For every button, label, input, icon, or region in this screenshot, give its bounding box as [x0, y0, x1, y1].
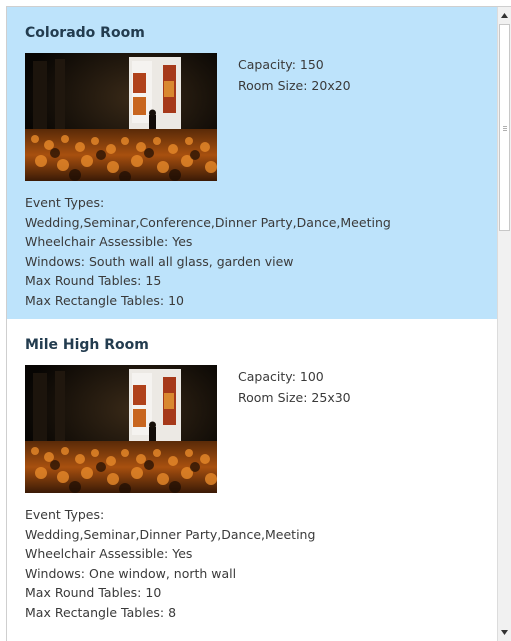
- room-specs: Capacity: 100 Room Size: 25x30: [238, 366, 351, 493]
- room-size-text: Room Size: 25x30: [238, 390, 351, 405]
- event-types-label: Event Types:: [25, 507, 105, 522]
- event-types-text: Wedding,Seminar,Conference,Dinner Party,…: [25, 214, 391, 230]
- room-item-mile-high[interactable]: Mile High Room Capacity: 100 Room Size: …: [7, 319, 498, 641]
- windows-text: Windows: South wall all glass, garden vi…: [25, 253, 294, 269]
- conference-photo-image: [25, 365, 217, 493]
- max-round-tables-text: Max Round Tables: 15: [25, 273, 162, 289]
- room-details: Event Types: Wedding,Seminar,Conference,…: [25, 193, 498, 311]
- windows-text: Windows: One window, north wall: [25, 565, 237, 581]
- room-list-panel: Colorado Room Capacity: 150 Room Size: 2…: [6, 6, 511, 641]
- arrow-down-icon[interactable]: [498, 626, 511, 639]
- event-types-label: Event Types:: [25, 195, 105, 210]
- wheelchair-text: Wheelchair Assessible: Yes: [25, 546, 193, 562]
- capacity-text: Capacity: 100: [238, 369, 324, 384]
- room-title: Colorado Room: [25, 25, 145, 41]
- room-title: Mile High Room: [25, 337, 149, 353]
- conference-photo-image: [25, 53, 217, 181]
- grip-line: [503, 128, 507, 129]
- room-list: Colorado Room Capacity: 150 Room Size: 2…: [7, 7, 498, 641]
- max-rectangle-tables-text: Max Rectangle Tables: 10: [25, 292, 184, 308]
- max-rectangle-tables-text: Max Rectangle Tables: 8: [25, 604, 177, 620]
- vertical-scrollbar[interactable]: [497, 7, 511, 641]
- room-specs: Capacity: 150 Room Size: 20x20: [238, 54, 351, 181]
- room-item-colorado[interactable]: Colorado Room Capacity: 150 Room Size: 2…: [7, 7, 498, 319]
- wheelchair-text: Wheelchair Assessible: Yes: [25, 234, 193, 250]
- room-size-text: Room Size: 20x20: [238, 78, 351, 93]
- room-photo: [25, 365, 217, 493]
- max-round-tables-text: Max Round Tables: 10: [25, 585, 162, 601]
- grip-line: [503, 126, 507, 127]
- room-details: Event Types: Wedding,Seminar,Dinner Part…: [25, 505, 498, 623]
- arrow-up-icon[interactable]: [498, 9, 511, 22]
- grip-line: [503, 130, 507, 131]
- scrollbar-thumb[interactable]: [499, 24, 510, 231]
- room-photo: [25, 53, 217, 181]
- capacity-text: Capacity: 150: [238, 57, 324, 72]
- event-types-text: Wedding,Seminar,Dinner Party,Dance,Meeti…: [25, 526, 316, 542]
